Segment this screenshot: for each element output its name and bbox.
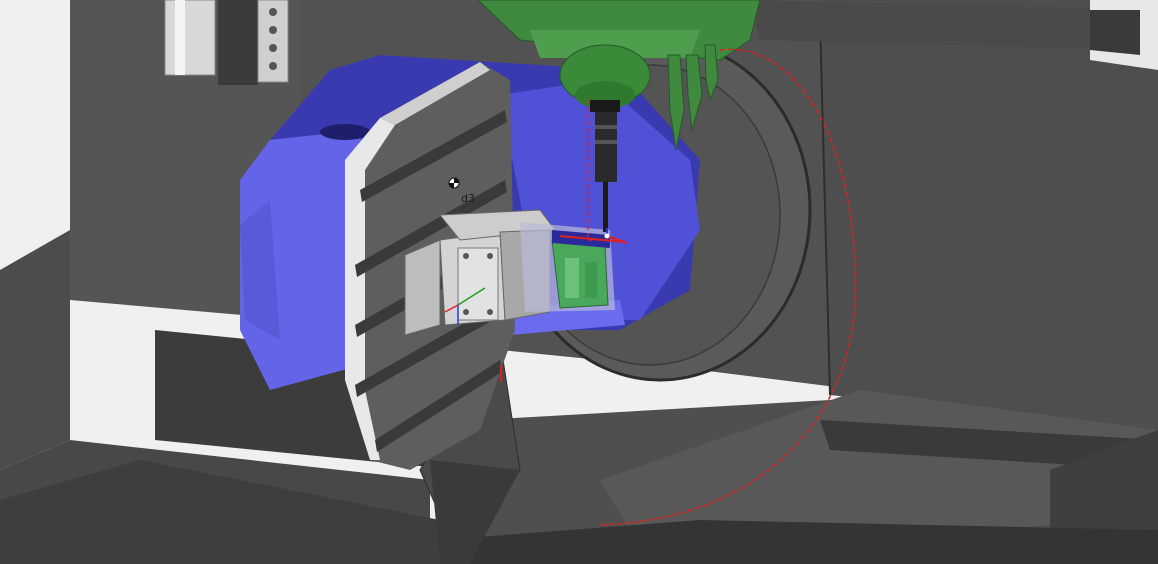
guide-slot [175,0,185,75]
guide-block [218,0,258,85]
machine-scene[interactable]: d3 [0,0,1158,564]
vise-clamp [457,247,499,321]
machine-right-panel [820,0,1158,430]
vise-screw [487,253,493,259]
machine-left-lower [0,230,70,470]
bolt-hole [269,8,277,16]
workpiece-boss [585,262,597,298]
vise-screw [487,309,493,315]
vise-screw [463,253,469,259]
spindle-collar [590,100,620,112]
bolt-hole [269,62,277,70]
cutting-tool [603,182,608,232]
workpiece-boss [565,258,579,298]
tool-holder-ring [595,125,617,129]
annotation-label: d3 [461,192,475,205]
workpiece [551,239,609,309]
bolt-hole [269,26,277,34]
linear-guide-rail [164,0,216,76]
origin-target-icon [448,177,460,189]
top-rail-dark [1090,10,1140,55]
rotary-table-hole [320,124,370,140]
vise-body [404,239,441,336]
bolt-hole [269,44,277,52]
3d-viewport[interactable]: d3 [0,0,1158,564]
tool-holder-ring [595,140,617,144]
tool-holder [595,112,617,182]
vise-screw [463,309,469,315]
